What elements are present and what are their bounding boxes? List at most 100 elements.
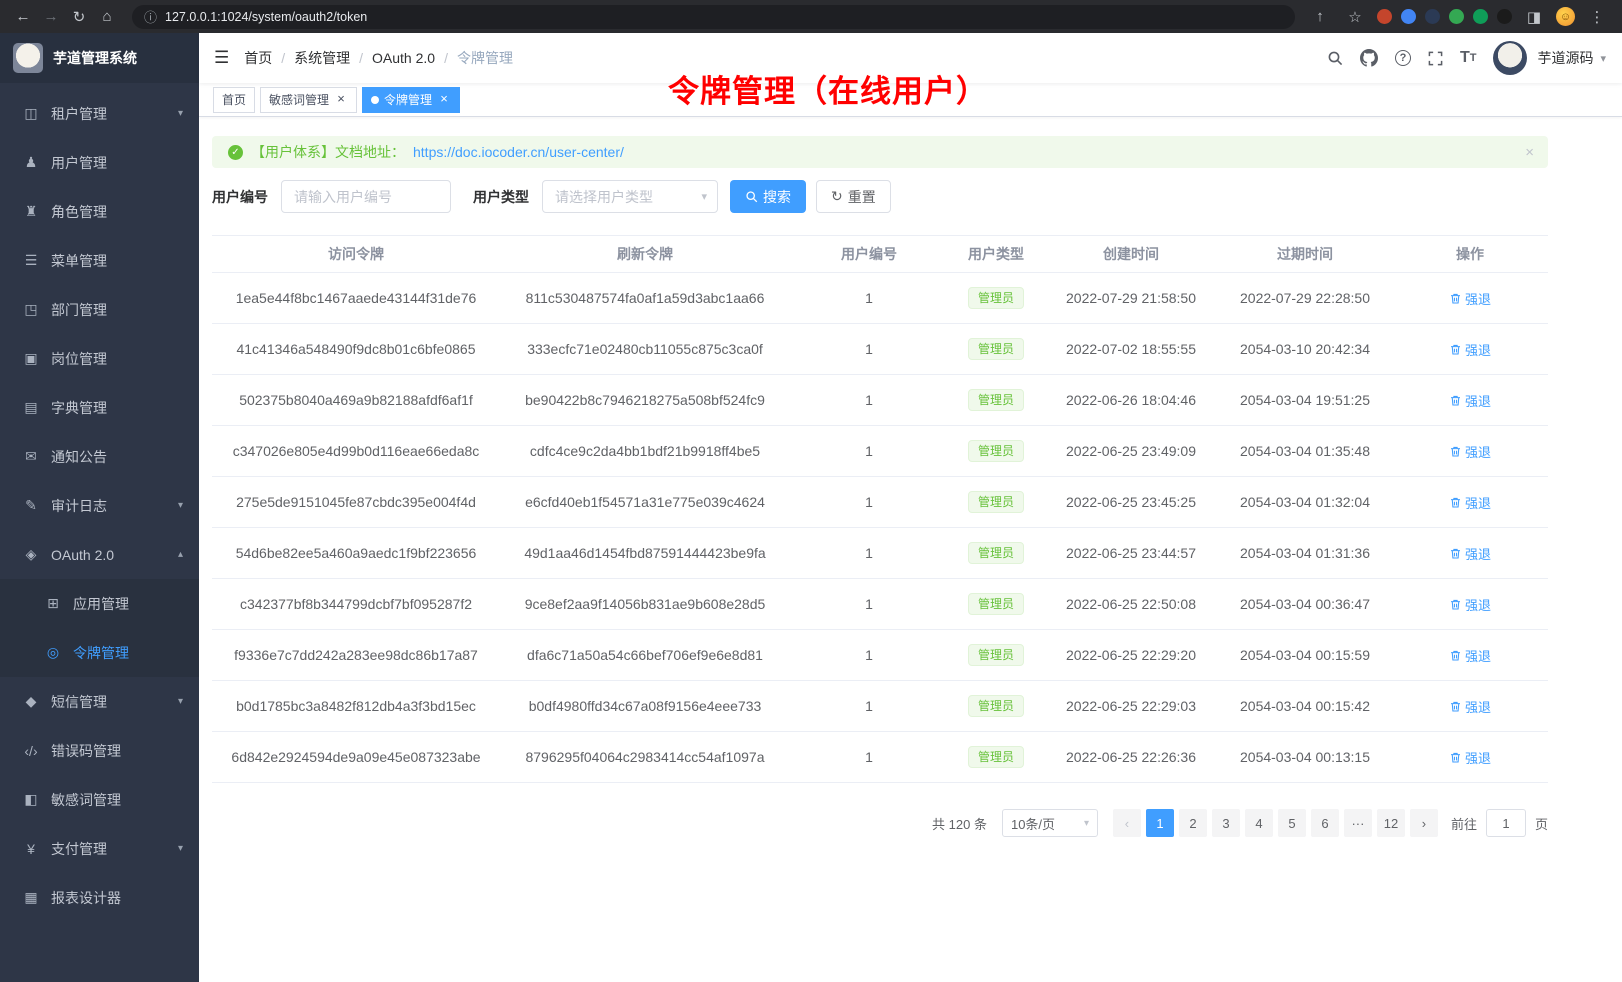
expire-time-cell: 2054-03-04 19:51:25: [1218, 375, 1392, 426]
oauth-icon: ◈: [20, 546, 42, 563]
goto-page-input[interactable]: [1486, 809, 1526, 837]
home-button[interactable]: ⌂: [94, 4, 120, 30]
sidebar-item-menu[interactable]: ☰ 菜单管理: [0, 236, 199, 285]
browser-profile-avatar[interactable]: ☺: [1556, 7, 1575, 26]
url-bar[interactable]: ⓘ 127.0.0.1:1024/system/oauth2/token: [132, 5, 1295, 29]
page-button-4[interactable]: 4: [1245, 809, 1273, 837]
refresh-token-cell: 811c530487574fa0af1a59d3abc1aa66: [500, 273, 790, 324]
pagination: 共 120 条 10条/页 ▾ ‹ 123456···12 › 前往 页: [212, 809, 1548, 837]
search-icon[interactable]: [1327, 47, 1343, 69]
doc-link[interactable]: https://doc.iocoder.cn/user-center/: [413, 144, 624, 160]
help-icon[interactable]: ?: [1395, 47, 1411, 69]
sidebar-item-token[interactable]: ◎ 令牌管理: [0, 628, 199, 677]
force-logout-button[interactable]: 强退: [1449, 697, 1491, 716]
extension-icon[interactable]: [1497, 9, 1512, 24]
github-icon[interactable]: [1360, 47, 1378, 69]
sidebar-item-sms[interactable]: ◆ 短信管理 ▾: [0, 677, 199, 726]
column-header: 操作: [1392, 236, 1548, 273]
sidebar-item-oauth2[interactable]: ◈ OAuth 2.0 ▴: [0, 530, 199, 579]
access-token-cell: 1ea5e44f8bc1467aaede43144f31de76: [212, 273, 500, 324]
search-button[interactable]: 搜索: [730, 180, 806, 213]
refresh-token-cell: 49d1aa46d1454fbd87591444423be9fa: [500, 528, 790, 579]
next-page-button[interactable]: ›: [1410, 809, 1438, 837]
reload-button[interactable]: ↻: [66, 4, 92, 30]
prev-page-button[interactable]: ‹: [1113, 809, 1141, 837]
user-type-badge: 管理员: [968, 338, 1024, 360]
page-button-5[interactable]: 5: [1278, 809, 1306, 837]
back-button[interactable]: ←: [10, 4, 36, 30]
breadcrumb-item[interactable]: OAuth 2.0: [372, 50, 435, 66]
browser-toolbar: ← → ↻ ⌂ ⓘ 127.0.0.1:1024/system/oauth2/t…: [0, 0, 1622, 33]
sidebar-item-sensitiveword[interactable]: ◧ 敏感词管理: [0, 775, 199, 824]
page-size-select[interactable]: 10条/页 ▾: [1002, 809, 1098, 837]
tab-home[interactable]: 首页: [213, 87, 255, 113]
extension-icon[interactable]: [1401, 9, 1416, 24]
extensions-puzzle-icon[interactable]: [1473, 9, 1488, 24]
side-panel-icon[interactable]: ◨: [1521, 4, 1547, 30]
hamburger-icon[interactable]: ☰: [199, 48, 244, 68]
force-logout-button[interactable]: 强退: [1449, 493, 1491, 512]
sidebar-item-tenant[interactable]: ◫ 租户管理 ▾: [0, 89, 199, 138]
force-logout-button[interactable]: 强退: [1449, 544, 1491, 563]
forward-button[interactable]: →: [38, 4, 64, 30]
share-icon[interactable]: ↑: [1307, 4, 1333, 30]
tab-close-icon[interactable]: ×: [437, 93, 451, 107]
extension-icon[interactable]: [1425, 9, 1440, 24]
access-token-cell: 6d842e2924594de9a09e45e087323abe: [212, 732, 500, 783]
expire-time-cell: 2054-03-04 01:31:36: [1218, 528, 1392, 579]
bookmark-star-icon[interactable]: ☆: [1342, 4, 1368, 30]
refresh-token-cell: 8796295f04064c2983414cc54af1097a: [500, 732, 790, 783]
expire-time-cell: 2054-03-04 01:35:48: [1218, 426, 1392, 477]
breadcrumb-item[interactable]: 首页: [244, 48, 272, 68]
refresh-token-cell: 333ecfc71e02480cb11055c875c3ca0f: [500, 324, 790, 375]
force-logout-button[interactable]: 强退: [1449, 748, 1491, 767]
reset-button[interactable]: ↻ 重置: [816, 180, 891, 213]
page-button-6[interactable]: 6: [1311, 809, 1339, 837]
app-title: 芋道管理系统: [53, 48, 137, 68]
page-button-2[interactable]: 2: [1179, 809, 1207, 837]
sidebar-item-dept[interactable]: ◳ 部门管理: [0, 285, 199, 334]
user-type-select[interactable]: 请选择用户类型 ▾: [542, 180, 718, 213]
sidebar-item-user[interactable]: ♟ 用户管理: [0, 138, 199, 187]
force-logout-button[interactable]: 强退: [1449, 289, 1491, 308]
extension-icon[interactable]: [1377, 9, 1392, 24]
chevron-down-icon[interactable]: ▾: [1600, 52, 1606, 65]
chevron-down-icon: ▾: [178, 108, 183, 119]
extension-icon[interactable]: [1449, 9, 1464, 24]
site-info-icon[interactable]: ⓘ: [144, 7, 157, 26]
force-logout-button[interactable]: 强退: [1449, 391, 1491, 410]
font-size-icon[interactable]: TT: [1460, 47, 1477, 69]
fullscreen-icon[interactable]: [1428, 47, 1443, 69]
force-logout-button[interactable]: 强退: [1449, 442, 1491, 461]
browser-menu-icon[interactable]: ⋮: [1584, 4, 1610, 30]
tab-token[interactable]: 令牌管理 ×: [362, 87, 460, 113]
force-logout-button[interactable]: 强退: [1449, 340, 1491, 359]
user-id-input[interactable]: [281, 180, 451, 213]
tab-sensitive-word[interactable]: 敏感词管理 ×: [260, 87, 357, 113]
user-avatar[interactable]: [1493, 41, 1527, 75]
page-button-1[interactable]: 1: [1146, 809, 1174, 837]
table-row: f9336e7c7dd242a283ee98dc86b17a87 dfa6c71…: [212, 630, 1548, 681]
user-type-badge: 管理员: [968, 287, 1024, 309]
sidebar-item-notice[interactable]: ✉ 通知公告: [0, 432, 199, 481]
breadcrumb-item[interactable]: 系统管理: [294, 48, 350, 68]
sidebar-item-role[interactable]: ♜ 角色管理: [0, 187, 199, 236]
sidebar-item-post[interactable]: ▣ 岗位管理: [0, 334, 199, 383]
page-size-value: 10条/页: [1011, 814, 1055, 833]
sidebar-item-errorcode[interactable]: ‹/› 错误码管理: [0, 726, 199, 775]
page-button-12[interactable]: 12: [1377, 809, 1405, 837]
sidebar-item-pay[interactable]: ¥ 支付管理 ▾: [0, 824, 199, 873]
alert-close-icon[interactable]: ×: [1525, 144, 1534, 161]
expire-time-cell: 2054-03-04 00:13:15: [1218, 732, 1392, 783]
sidebar-item-dict[interactable]: ▤ 字典管理: [0, 383, 199, 432]
column-header: 用户类型: [948, 236, 1044, 273]
sidebar-item-report[interactable]: ▦ 报表设计器: [0, 873, 199, 922]
delete-icon: [1449, 496, 1462, 509]
sidebar-item-auditlog[interactable]: ✎ 审计日志 ▾: [0, 481, 199, 530]
page-button-···[interactable]: ···: [1344, 809, 1372, 837]
sidebar-item-app[interactable]: ⊞ 应用管理: [0, 579, 199, 628]
force-logout-button[interactable]: 强退: [1449, 595, 1491, 614]
force-logout-button[interactable]: 强退: [1449, 646, 1491, 665]
tab-close-icon[interactable]: ×: [334, 93, 348, 107]
page-button-3[interactable]: 3: [1212, 809, 1240, 837]
